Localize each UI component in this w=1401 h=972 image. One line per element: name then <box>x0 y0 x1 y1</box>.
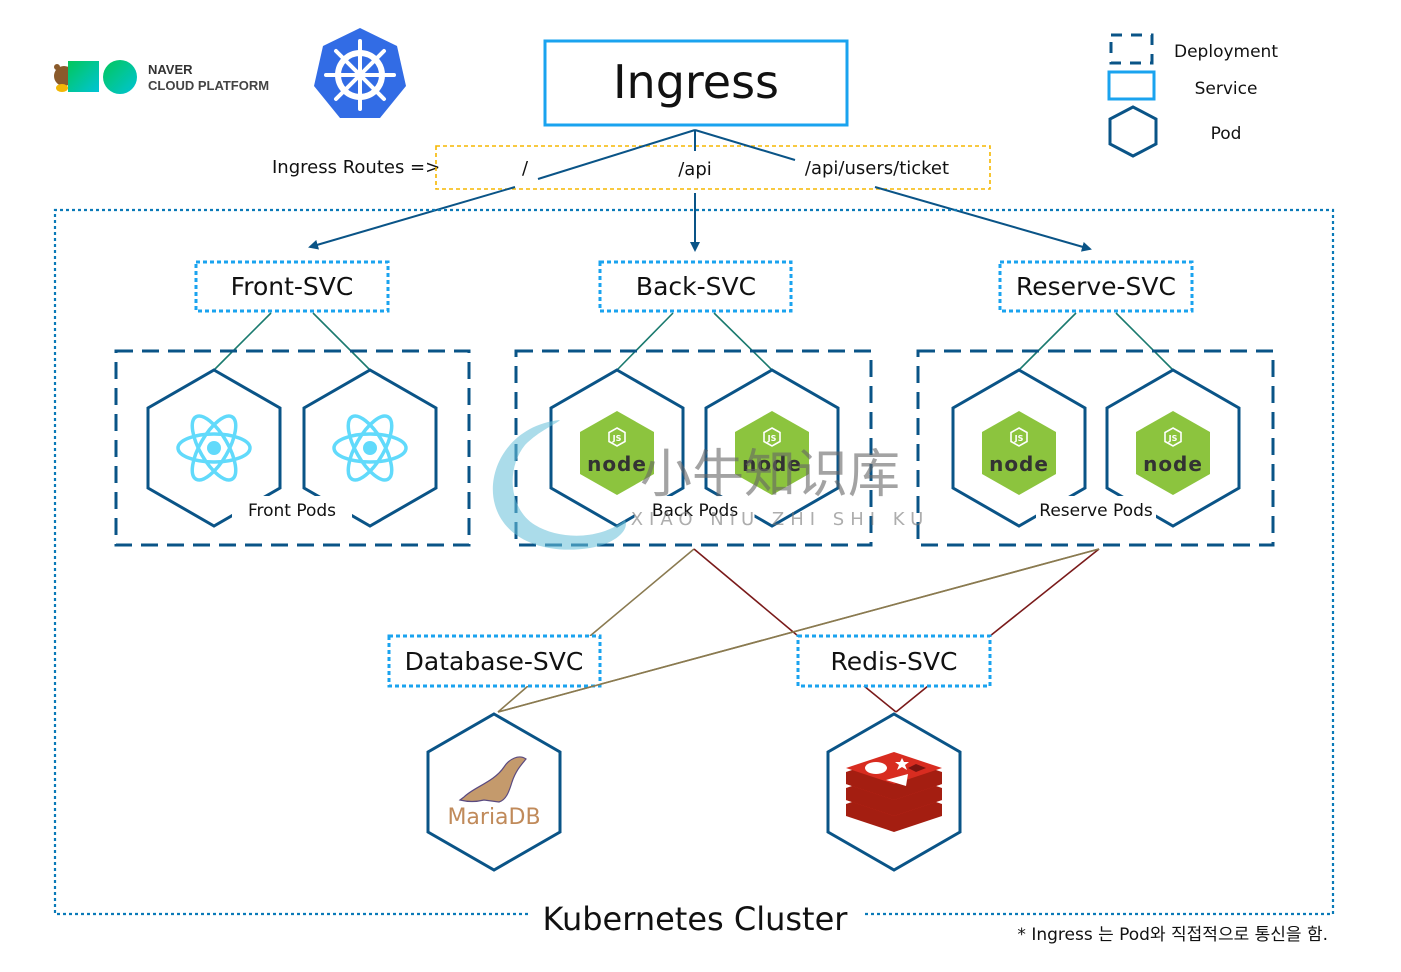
cluster-label: Kubernetes Cluster <box>543 900 849 938</box>
svc-to-pod-lines <box>213 312 1174 371</box>
reserve-pods-label: Reserve Pods <box>1039 501 1153 521</box>
redis-svc-label: Redis-SVC <box>831 647 958 676</box>
svg-text:JS: JS <box>612 434 622 443</box>
watermark-latin: XIAO NIU ZHI SHI KU <box>631 509 930 530</box>
legend-deployment-label: Deployment <box>1174 42 1278 62</box>
front-pods-label: Front Pods <box>248 501 336 521</box>
ncp-square-icon <box>68 61 99 92</box>
deployment-legend-icon <box>1109 33 1154 65</box>
database-svc-label: Database-SVC <box>405 647 584 676</box>
svg-text:JS: JS <box>1014 434 1024 443</box>
ncp-circle-icon <box>103 60 137 94</box>
redis-icon <box>846 752 942 832</box>
cloud-platform-text: CLOUD PLATFORM <box>148 78 269 93</box>
legend-service-label: Service <box>1195 79 1258 99</box>
redis-svc[interactable]: Redis-SVC <box>796 634 992 688</box>
route-root: / <box>522 158 529 179</box>
pod-legend-icon <box>1108 105 1158 158</box>
reserve-svc-label: Reserve-SVC <box>1016 272 1176 301</box>
mariadb-label: MariaDB <box>447 805 540 830</box>
ingress-routes-label: Ingress Routes => <box>272 157 440 178</box>
route-api: /api <box>678 159 712 180</box>
back-svc[interactable]: Back-SVC <box>598 260 793 313</box>
svg-text:node: node <box>1143 452 1203 476</box>
kubernetes-cluster-boundary <box>53 208 1335 916</box>
legend: Deployment Service Pod <box>1107 33 1278 158</box>
redis-pod[interactable] <box>826 712 962 872</box>
mariadb-pod[interactable]: MariaDB <box>426 712 562 872</box>
ingress-route-lines <box>308 129 1092 252</box>
naver-text: NAVER <box>148 62 193 77</box>
footnote: * Ingress 는 Pod와 직접적으로 통신을 함. <box>1017 925 1328 945</box>
database-svc[interactable]: Database-SVC <box>387 634 602 688</box>
route-api-users-ticket: /api/users/ticket <box>805 158 949 179</box>
svg-text:JS: JS <box>1168 434 1178 443</box>
architecture-diagram: JS n NAVER CLOUD PLATFORM Ingress <box>53 28 1335 945</box>
ingress-title: Ingress <box>613 55 779 109</box>
service-legend-icon <box>1107 70 1156 101</box>
legend-pod-label: Pod <box>1211 124 1242 144</box>
watermark-cn: 小牛知识库 <box>640 445 900 505</box>
reserve-svc[interactable]: Reserve-SVC <box>998 260 1194 313</box>
back-svc-label: Back-SVC <box>636 272 756 301</box>
front-svc[interactable]: Front-SVC <box>194 260 390 313</box>
ingress-box[interactable]: Ingress <box>543 39 849 127</box>
svg-text:node: node <box>989 452 1049 476</box>
svg-text:node: node <box>587 452 647 476</box>
kubernetes-logo-icon <box>314 28 406 118</box>
reserve-to-db-line <box>497 548 1100 713</box>
front-svc-label: Front-SVC <box>231 272 354 301</box>
naver-cloud-platform-logo: NAVER CLOUD PLATFORM <box>54 60 269 94</box>
svg-text:JS: JS <box>767 434 777 443</box>
